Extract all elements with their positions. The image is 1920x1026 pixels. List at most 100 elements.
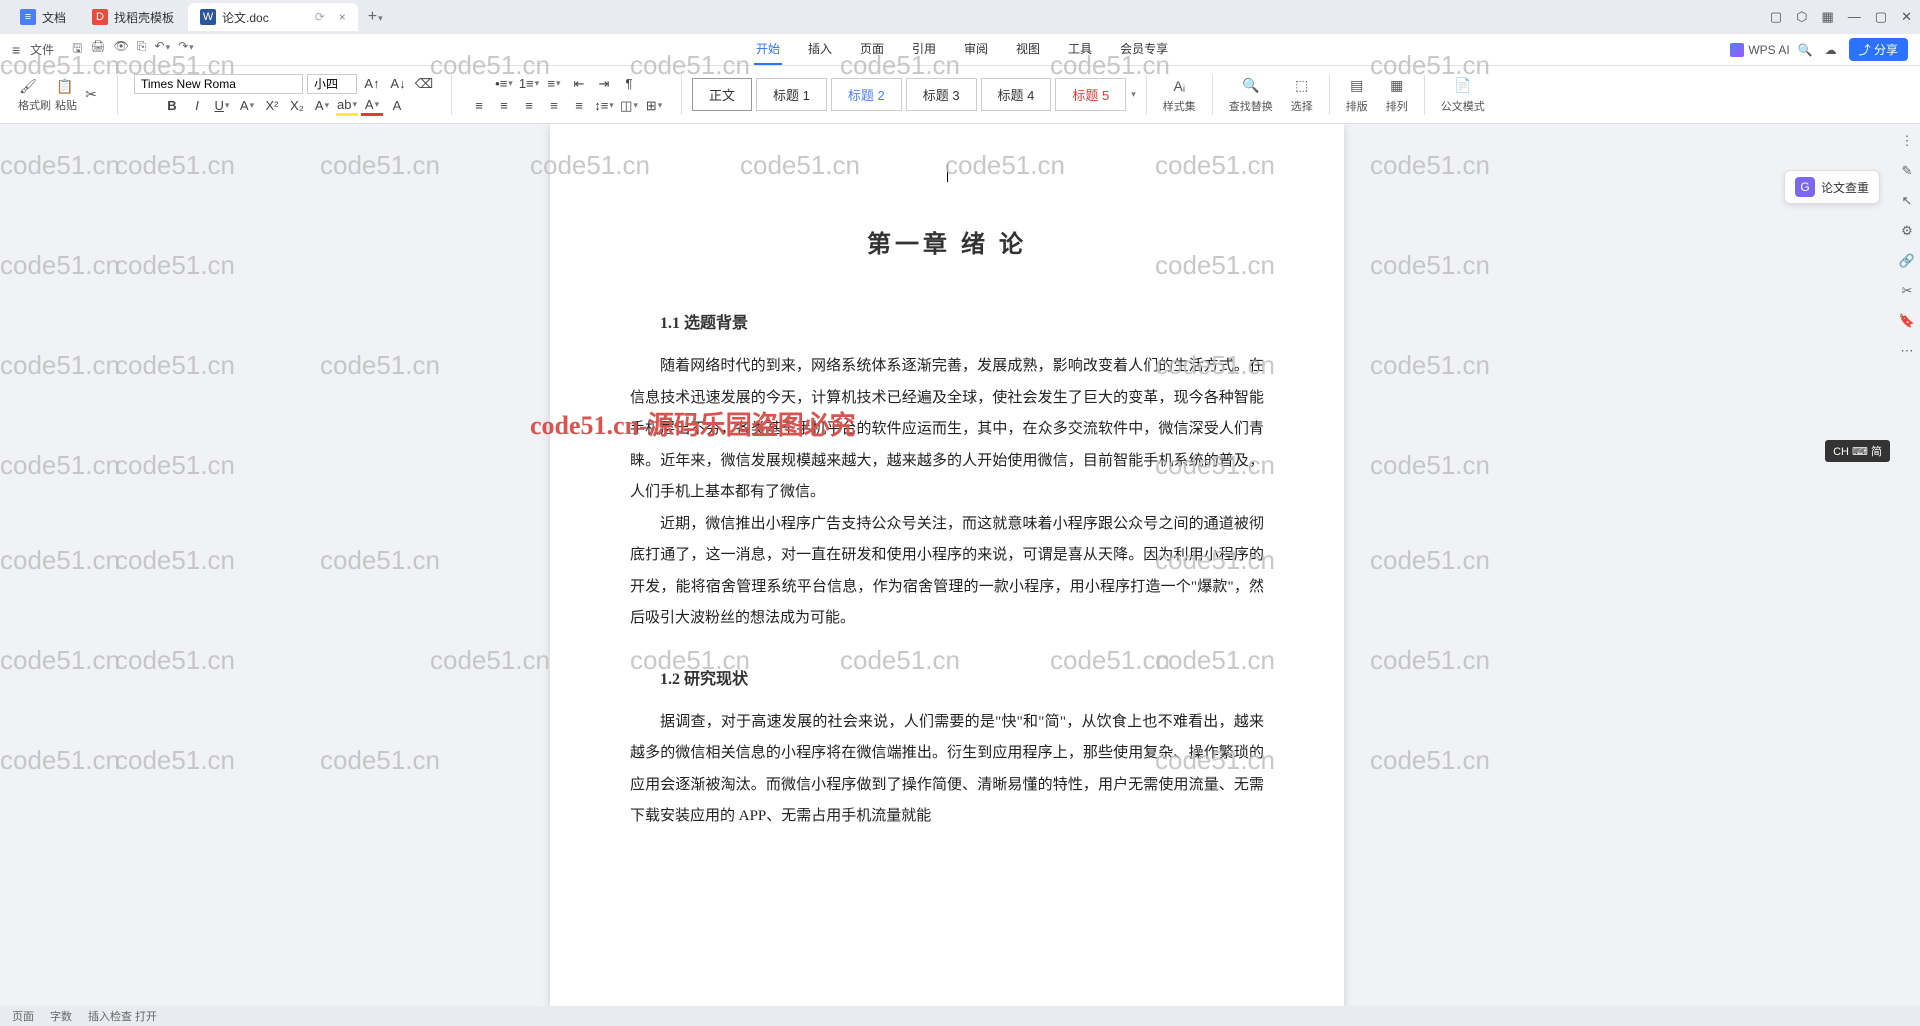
plagiarism-check-button[interactable]: G 论文查重	[1784, 170, 1880, 204]
maximize-icon[interactable]: ▢	[1875, 9, 1887, 25]
subscript-button[interactable]: X₂	[286, 96, 308, 116]
menu-icon[interactable]: ≡	[12, 42, 20, 58]
titlebar: ≡文档 D找稻壳模板 W 论文.doc ⟳ × +▾ ▢ ⬡ ▦ — ▢ ✕	[0, 0, 1920, 34]
paragraph-group: •≡▾ 1≡▾ ≡▾ ⇤ ⇥ ¶ ≡ ≡ ≡ ≡ ≡ ↕≡▾ ◫▾ ⊞▾	[462, 74, 671, 116]
minimize-icon[interactable]: —	[1848, 9, 1861, 25]
font-name-select[interactable]	[134, 74, 303, 94]
text-effect-button[interactable]: A▾	[311, 96, 333, 116]
tab-document[interactable]: W 论文.doc ⟳ ×	[188, 3, 358, 31]
rail-cursor-icon[interactable]: ↖	[1898, 192, 1916, 210]
shading-icon[interactable]: ◫▾	[618, 96, 640, 116]
show-marks-icon[interactable]: ¶	[618, 74, 640, 94]
tab-start[interactable]: 开始	[754, 34, 782, 65]
multilevel-list-icon[interactable]: ≡▾	[543, 74, 565, 94]
style-h3[interactable]: 标题 3	[906, 78, 977, 111]
number-list-icon[interactable]: 1≡▾	[518, 74, 540, 94]
window-controls: ▢ ⬡ ▦ — ▢ ✕	[1770, 9, 1912, 25]
tab-member[interactable]: 会员专享	[1118, 34, 1170, 65]
tab-label: 论文.doc	[222, 9, 269, 26]
close-window-icon[interactable]: ✕	[1901, 9, 1912, 25]
superscript-button[interactable]: X²	[261, 96, 283, 116]
rail-collapse-icon[interactable]: ⋮	[1898, 132, 1916, 150]
tab-review[interactable]: 审阅	[962, 34, 990, 65]
document-page[interactable]: 第一章 绪 论 1.1 选题背景 随着网络时代的到来，网络系统体系逐渐完善，发展…	[550, 124, 1344, 1006]
tab-page[interactable]: 页面	[858, 34, 886, 65]
status-page: 页面	[12, 1008, 34, 1024]
save-icon[interactable]: 🖫	[72, 39, 82, 60]
tab-template[interactable]: D找稻壳模板	[80, 3, 186, 31]
increase-indent-icon[interactable]: ⇥	[593, 74, 615, 94]
bold-button[interactable]: B	[161, 96, 183, 116]
clipboard-group: 🖌格式刷 📋粘贴 ✂	[12, 77, 107, 113]
style-h5[interactable]: 标题 5	[1055, 78, 1126, 111]
rail-more-icon[interactable]: ⋯	[1898, 342, 1916, 360]
ai-icon	[1730, 43, 1744, 57]
align-justify-icon[interactable]: ≡	[543, 96, 565, 116]
undo-icon[interactable]: ↶▾	[155, 39, 171, 60]
ribbon: 🖌格式刷 📋粘贴 ✂ A↑ A↓ ⌫ B I U▾ A▾ X² X₂ A▾ ab…	[0, 66, 1920, 124]
tab-label: 文档	[42, 9, 66, 26]
tab-tools[interactable]: 工具	[1066, 34, 1094, 65]
cube-icon[interactable]: ⬡	[1796, 9, 1807, 25]
align-left-icon[interactable]: ≡	[468, 96, 490, 116]
increase-font-icon[interactable]: A↑	[361, 74, 383, 94]
doc-mode-icon[interactable]: 📄	[1453, 76, 1473, 96]
wps-ai-button[interactable]: WPS AI🔍	[1730, 43, 1812, 57]
style-h4[interactable]: 标题 4	[981, 78, 1052, 111]
cut-icon[interactable]: ✂	[81, 85, 101, 105]
style-h1[interactable]: 标题 1	[756, 78, 827, 111]
rail-settings-icon[interactable]: ⚙	[1898, 222, 1916, 240]
arrange-icon[interactable]: ▦	[1387, 76, 1407, 96]
char-border-button[interactable]: A	[386, 96, 408, 116]
preview-icon[interactable]: 👁	[114, 39, 129, 60]
ime-indicator: CH ⌨ 简	[1825, 440, 1890, 462]
styles-more-icon[interactable]: ▾	[1131, 89, 1136, 100]
line-spacing-icon[interactable]: ↕≡▾	[593, 96, 615, 116]
border-icon[interactable]: ⊞▾	[643, 96, 665, 116]
highlight-button[interactable]: ab▾	[336, 96, 358, 116]
tab-insert[interactable]: 插入	[806, 34, 834, 65]
styles-group: 正文 标题 1 标题 2 标题 3 标题 4 标题 5 ▾	[692, 78, 1136, 111]
status-words: 字数	[50, 1008, 72, 1024]
style-body[interactable]: 正文	[692, 78, 752, 111]
bullet-list-icon[interactable]: •≡▾	[493, 74, 515, 94]
align-center-icon[interactable]: ≡	[493, 96, 515, 116]
add-tab-button[interactable]: +▾	[360, 8, 391, 26]
layout-icon[interactable]: ▤	[1347, 76, 1367, 96]
font-size-select[interactable]	[307, 74, 357, 94]
redo-icon[interactable]: ↷▾	[178, 39, 194, 60]
decrease-indent-icon[interactable]: ⇤	[568, 74, 590, 94]
close-icon[interactable]: ×	[339, 10, 346, 24]
paste-icon[interactable]: 📋	[55, 77, 75, 97]
menubar: ≡ 文件 🖫 🖨 👁 ⎘ ↶▾ ↷▾ 开始 插入 页面 引用 审阅 视图 工具 …	[0, 34, 1920, 66]
file-menu[interactable]: 文件	[30, 41, 54, 58]
export-icon[interactable]: ⎘	[137, 39, 147, 60]
underline-button[interactable]: U▾	[211, 96, 233, 116]
align-right-icon[interactable]: ≡	[518, 96, 540, 116]
rail-link-icon[interactable]: 🔗	[1898, 252, 1916, 270]
tab-view[interactable]: 视图	[1014, 34, 1042, 65]
clear-format-icon[interactable]: ⌫	[413, 74, 435, 94]
print-icon[interactable]: 🖨	[90, 39, 105, 60]
rail-bookmark-icon[interactable]: 🔖	[1898, 312, 1916, 330]
apps-icon[interactable]: ▦	[1822, 9, 1834, 25]
style-set-icon[interactable]: Aᵢ	[1169, 76, 1189, 96]
find-replace-icon[interactable]: 🔍	[1241, 76, 1261, 96]
style-h2[interactable]: 标题 2	[831, 78, 902, 111]
format-painter-icon[interactable]: 🖌	[18, 77, 38, 97]
distribute-icon[interactable]: ≡	[568, 96, 590, 116]
rail-pen-icon[interactable]: ✎	[1898, 162, 1916, 180]
window-icon[interactable]: ▢	[1770, 9, 1782, 25]
decrease-font-icon[interactable]: A↓	[387, 74, 409, 94]
font-color-button[interactable]: A▾	[361, 96, 383, 116]
rail-tools-icon[interactable]: ✂	[1898, 282, 1916, 300]
cloud-icon[interactable]: ☁	[1825, 43, 1837, 57]
tab-docs[interactable]: ≡文档	[8, 3, 78, 31]
italic-button[interactable]: I	[186, 96, 208, 116]
sync-icon: ⟳	[315, 10, 325, 24]
word-icon: W	[200, 9, 216, 25]
tab-reference[interactable]: 引用	[910, 34, 938, 65]
select-icon[interactable]: ⬚	[1292, 76, 1312, 96]
strike-button[interactable]: A▾	[236, 96, 258, 116]
share-button[interactable]: ⤴ 分享	[1849, 38, 1908, 61]
